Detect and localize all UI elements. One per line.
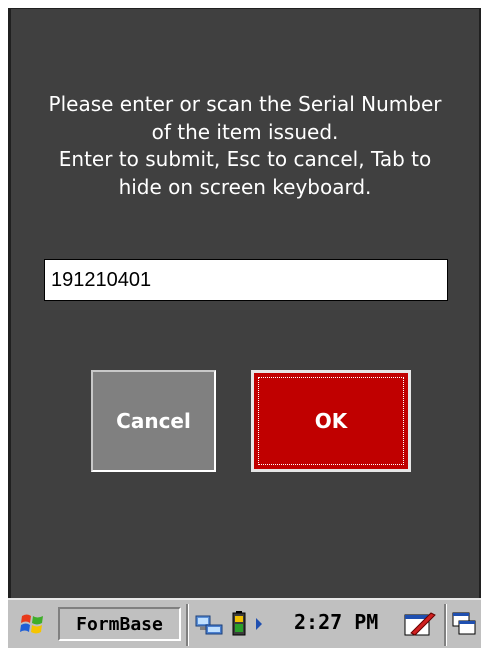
message-line: of the item issued.: [151, 119, 339, 144]
battery-icon[interactable]: [228, 611, 250, 637]
tray-arrow-icon[interactable]: [254, 617, 264, 631]
focus-rectangle: [258, 377, 404, 465]
instruction-message: Please enter or scan the Serial Number o…: [11, 91, 479, 201]
windows-flag-icon[interactable]: [18, 610, 46, 638]
taskbar-separator: [444, 604, 447, 646]
taskbar: FormBase 2:27 PM: [8, 598, 481, 648]
input-panel-icon[interactable]: [403, 609, 437, 639]
show-desktop-icon[interactable]: [451, 611, 477, 637]
cancel-button[interactable]: Cancel: [91, 370, 216, 472]
message-line: Enter to submit, Esc to cancel, Tab to: [58, 147, 432, 171]
taskbar-separator: [186, 604, 189, 646]
message-line: Please enter or scan the Serial Number: [48, 92, 442, 116]
cancel-button-label: Cancel: [116, 409, 191, 433]
task-label: FormBase: [76, 613, 163, 635]
taskbar-task-button[interactable]: FormBase: [58, 607, 181, 641]
taskbar-clock[interactable]: 2:27 PM: [294, 610, 378, 634]
message-line: hide on screen keyboard.: [118, 174, 372, 199]
ok-button[interactable]: OK: [251, 370, 411, 472]
network-icon[interactable]: [194, 613, 224, 637]
dialog-window: Please enter or scan the Serial Number o…: [8, 8, 481, 598]
serial-number-input[interactable]: [44, 259, 448, 301]
